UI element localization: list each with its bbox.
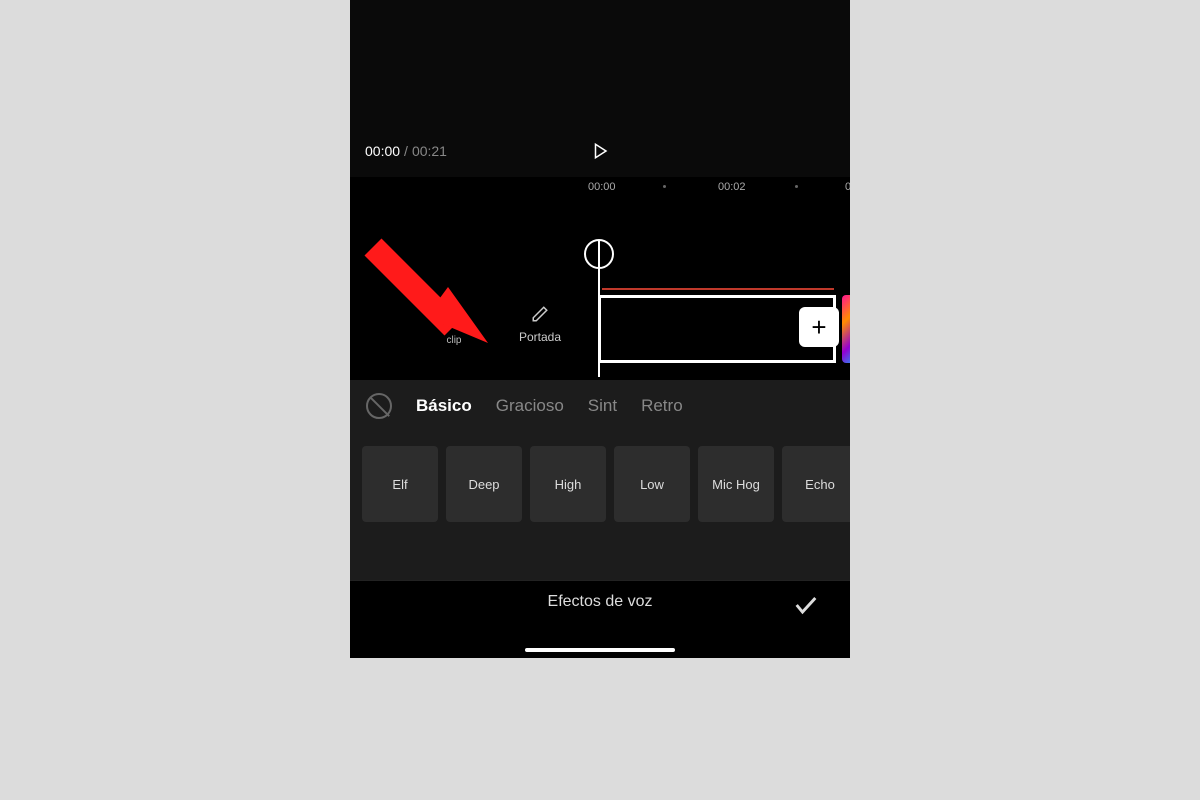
cover-tool[interactable]: Portada [512, 305, 568, 344]
panel-footer: Efectos de voz [350, 580, 850, 658]
plus-icon: + [811, 312, 826, 343]
playhead-handle[interactable] [584, 239, 614, 269]
panel-title: Efectos de voz [548, 593, 653, 611]
effect-mic-hog[interactable]: Mic Hog [698, 446, 774, 522]
ruler-mark: 00:00 [588, 181, 616, 193]
effect-list[interactable]: Elf Deep High Low Mic Hog Echo [350, 432, 850, 522]
clip-tool-label: clip [424, 335, 484, 346]
time-separator: / [404, 143, 408, 159]
video-preview[interactable]: 00:00 / 00:21 [350, 0, 850, 177]
tab-sint[interactable]: Sint [588, 396, 617, 416]
pencil-icon [531, 305, 549, 323]
timeline-ruler: 00:00 00:02 00 [350, 177, 850, 201]
ruler-dot [663, 185, 666, 188]
tab-gracioso[interactable]: Gracioso [496, 396, 564, 416]
effect-low[interactable]: Low [614, 446, 690, 522]
audio-track-line [602, 288, 834, 290]
confirm-button[interactable] [792, 591, 820, 624]
time-display: 00:00 / 00:21 [365, 143, 835, 159]
ruler-mark-partial: 00 [845, 181, 850, 193]
effect-deep[interactable]: Deep [446, 446, 522, 522]
effect-high[interactable]: High [530, 446, 606, 522]
video-editor-screen: 00:00 / 00:21 00:00 00:02 00 + Portada [350, 0, 850, 658]
current-time: 00:00 [365, 143, 400, 159]
check-icon [792, 591, 820, 619]
total-time: 00:21 [412, 143, 447, 159]
ruler-mark: 00:02 [718, 181, 746, 193]
effect-echo[interactable]: Echo [782, 446, 850, 522]
home-indicator[interactable] [525, 648, 675, 652]
voice-effects-panel: Básico Gracioso Sint Retro Elf Deep High… [350, 380, 850, 580]
no-effect-icon[interactable] [366, 393, 392, 419]
next-clip-preview[interactable] [842, 295, 850, 363]
effect-elf[interactable]: Elf [362, 446, 438, 522]
ruler-dot [795, 185, 798, 188]
play-button[interactable] [591, 142, 609, 160]
effect-category-tabs: Básico Gracioso Sint Retro [350, 380, 850, 432]
tab-retro[interactable]: Retro [641, 396, 683, 416]
tab-basico[interactable]: Básico [416, 396, 472, 416]
add-clip-button[interactable]: + [799, 307, 839, 347]
cover-label: Portada [512, 330, 568, 344]
timeline[interactable]: 00:00 00:02 00 + Portada clip [350, 177, 850, 380]
